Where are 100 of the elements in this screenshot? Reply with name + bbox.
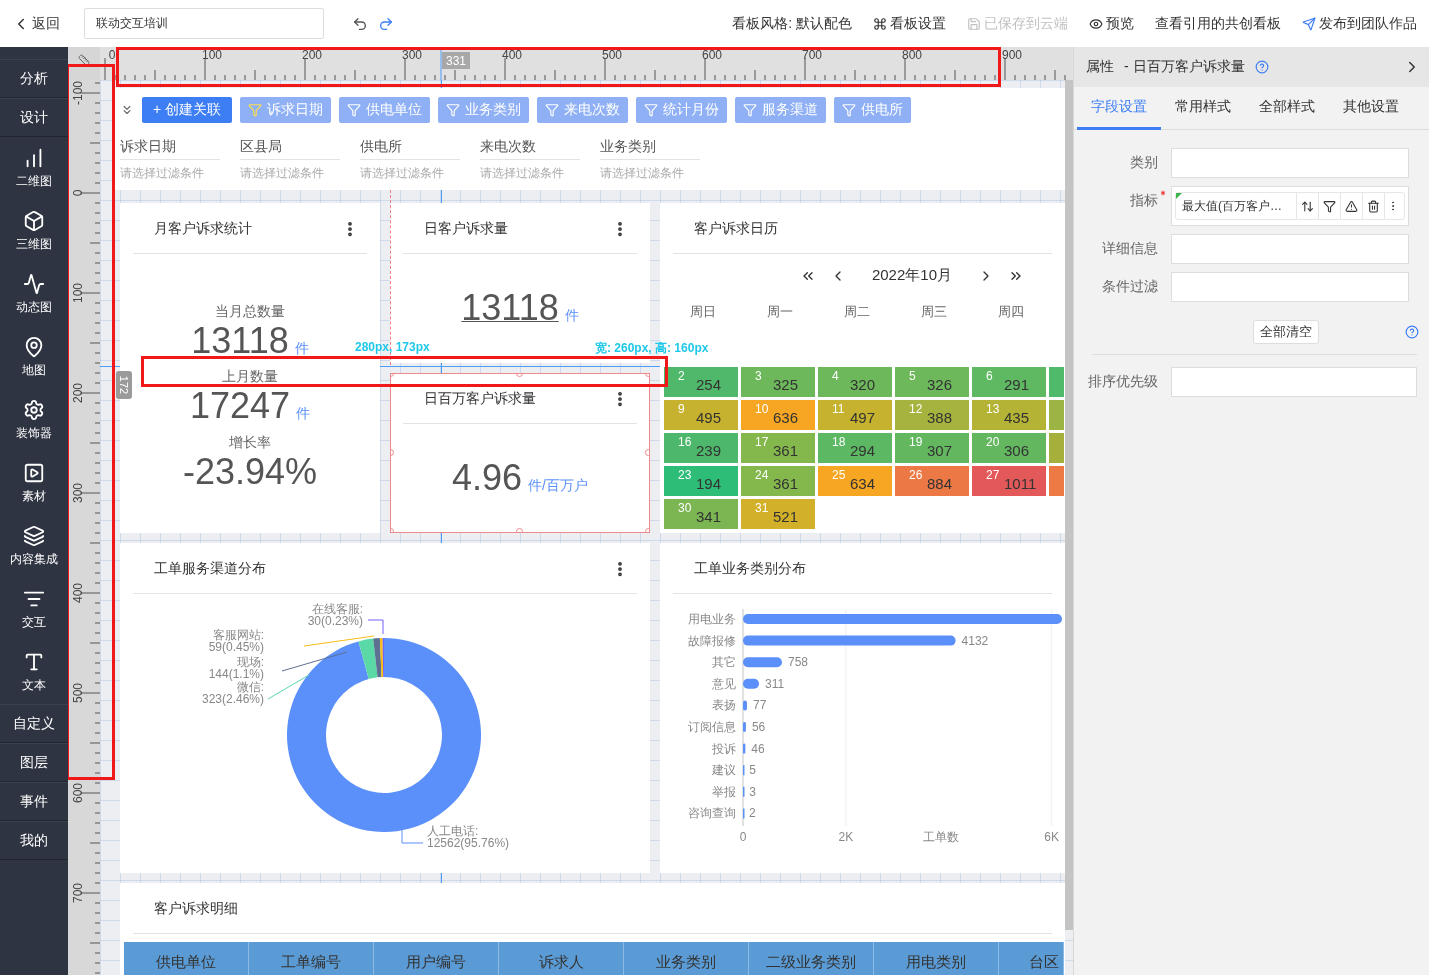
weekday-label: 周四	[996, 303, 1025, 321]
sidebar-section[interactable]: 自定义	[0, 704, 68, 743]
day-number: 30	[678, 501, 692, 515]
calendar-day[interactable]: 11 497	[818, 400, 892, 430]
calendar-day[interactable]: 18 294	[818, 433, 892, 463]
toolbar-button[interactable]: 预览	[1089, 14, 1134, 33]
stat-value: 13118	[191, 320, 289, 361]
input-field[interactable]	[1171, 367, 1417, 397]
calendar-day[interactable]: 30 341	[664, 499, 738, 529]
indicator-chip[interactable]: 最大值(百万客户…	[1175, 192, 1405, 220]
calendar-day[interactable]: 19 307	[895, 433, 969, 463]
ruler-label: 500	[71, 683, 85, 703]
day-value: 388	[927, 408, 953, 426]
sidebar-section[interactable]: 设计	[0, 98, 68, 137]
create-button[interactable]: + 创建关联	[142, 97, 233, 123]
ruler-label: 300	[71, 483, 85, 503]
field-label: 指标	[1130, 192, 1158, 210]
ruler-marker: 172	[116, 371, 132, 399]
card-title: 工单业务类别分布	[694, 559, 806, 578]
weekday-label: 周三	[919, 303, 948, 321]
calendar-day[interactable]: 31 521	[741, 499, 815, 529]
ruler-label: 700	[802, 48, 822, 62]
calendar-day[interactable]: 5 326	[895, 367, 969, 397]
table-header-cell: 工单编号	[249, 942, 374, 975]
sidebar-tool[interactable]: 地图	[0, 326, 68, 389]
title-field[interactable]: 联动交互培训	[84, 8, 324, 39]
day-value: 320	[850, 375, 876, 393]
value-label: 3	[749, 784, 756, 799]
ruler-label: 200	[71, 383, 85, 403]
value-label: 77	[752, 698, 767, 713]
day-value: 636	[773, 408, 799, 426]
sort-icon	[1301, 199, 1314, 213]
input-field[interactable]	[1171, 272, 1409, 302]
calendar-day[interactable]: 6 291	[972, 367, 1046, 397]
value-label: 5	[749, 763, 756, 778]
calendar-day[interactable]: 4 320	[818, 367, 892, 397]
sidebar-section[interactable]: 分析	[0, 59, 68, 98]
day-number: 11	[832, 402, 845, 416]
calendar-day[interactable]: 25 634	[818, 466, 892, 496]
calendar-day[interactable]: 24 361	[741, 466, 815, 496]
slice-value: 30(0.23%)	[307, 614, 363, 628]
calendar-day[interactable]: 17 361	[741, 433, 815, 463]
indicator-field[interactable]: 最大值(百万客户…	[1171, 186, 1409, 226]
sidebar-tool[interactable]: 内容集成	[0, 515, 68, 578]
ruler-label: 0	[71, 189, 85, 197]
axis-label: 故障报修	[688, 633, 736, 648]
clear-button[interactable]: 全部清空	[1252, 320, 1319, 344]
redo-icon[interactable]	[378, 15, 394, 32]
toolbar-button[interactable]: 发布到团队作品	[1302, 14, 1417, 33]
toolbar-button[interactable]: 查看引用的共创看板	[1155, 14, 1281, 33]
ruler-label: 500	[602, 48, 622, 62]
calendar-day[interactable]: 23 194	[664, 466, 738, 496]
filter-label: 业务类别	[600, 138, 700, 160]
day-value: 495	[696, 408, 722, 426]
back-link[interactable]: 返回	[12, 14, 60, 33]
input-field[interactable]	[1171, 148, 1409, 178]
sidebar-tool[interactable]: 交互	[0, 578, 68, 641]
ruler-label: 100	[71, 283, 85, 303]
calendar-day[interactable]: 16 239	[664, 433, 738, 463]
help-icon[interactable]	[1405, 325, 1419, 339]
calendar-day[interactable]: 26 884	[895, 466, 969, 496]
stat-unit: 件	[294, 339, 309, 358]
slice-label: 在线客服:	[311, 602, 363, 616]
sidebar-tool[interactable]: 动态图	[0, 263, 68, 326]
calendar-day[interactable]: 27 1011	[972, 466, 1046, 496]
card-title: 日客户诉求量	[424, 219, 508, 238]
undo-icon[interactable]	[352, 15, 368, 32]
sidebar-tool[interactable]: 文本	[0, 641, 68, 704]
bar	[743, 657, 782, 668]
day-value: 291	[1004, 375, 1030, 393]
day-number: 26	[909, 468, 923, 482]
stat-label: 上月数量	[222, 368, 278, 387]
calendar-day[interactable]: 3 325	[741, 367, 815, 397]
toolbar-button[interactable]: 看板设置	[873, 14, 946, 33]
send-icon	[1302, 16, 1316, 31]
tab[interactable]: 全部样式	[1245, 87, 1329, 130]
tab[interactable]: 字段设置	[1077, 87, 1161, 130]
sidebar-tool[interactable]: 素材	[0, 452, 68, 515]
day-number: 4	[832, 369, 839, 383]
help-icon[interactable]	[1254, 60, 1269, 74]
tab[interactable]: 常用样式	[1161, 87, 1245, 130]
sidebar-tool[interactable]: 二维图	[0, 137, 68, 200]
tab[interactable]: 其他设置	[1329, 87, 1413, 130]
expand-icon[interactable]	[120, 103, 134, 117]
calendar-day[interactable]: 20 306	[972, 433, 1046, 463]
ruler-label: 400	[502, 48, 522, 62]
toolbar-button[interactable]: 看板风格: 默认配色	[732, 14, 852, 33]
input-field[interactable]	[1171, 234, 1409, 264]
calendar-day[interactable]: 2 254	[664, 367, 738, 397]
sidebar-tool[interactable]: 三维图	[0, 200, 68, 263]
calendar-day[interactable]: 13 435	[972, 400, 1046, 430]
calendar-day[interactable]: 10 636	[741, 400, 815, 430]
calendar-day[interactable]: 12 388	[895, 400, 969, 430]
calendar-day[interactable]: 9 495	[664, 400, 738, 430]
field-label: 条件过滤	[1102, 278, 1158, 296]
table-header-cell: 业务类别	[624, 942, 749, 975]
day-value: 884	[927, 474, 953, 492]
sidebar-section[interactable]: 图层	[0, 743, 68, 782]
sidebar-tool[interactable]: 装饰器	[0, 389, 68, 452]
warning-icon	[1345, 199, 1358, 213]
